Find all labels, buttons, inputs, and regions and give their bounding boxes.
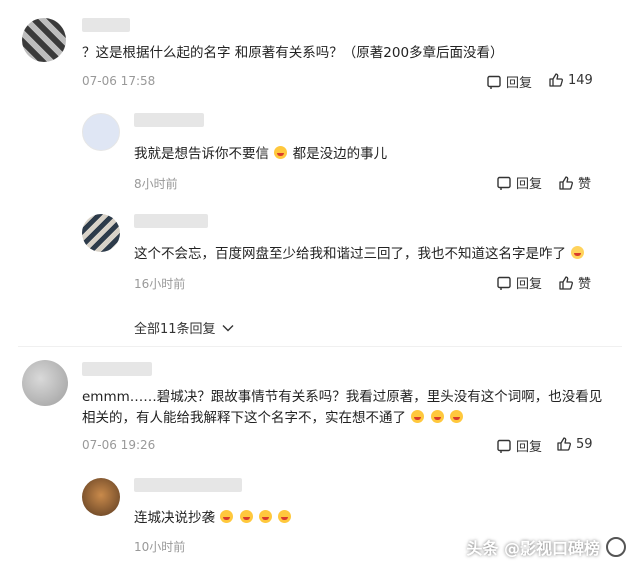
laugh-emoji-icon (274, 146, 288, 159)
reply-label: 回复 (516, 440, 543, 455)
username[interactable] (134, 214, 208, 228)
reply-label: 回复 (516, 177, 543, 192)
comment-text-part: 连城决说抄袭 (134, 510, 215, 526)
chevron-down-icon (222, 324, 234, 331)
comment-time: 8小时前 (134, 177, 178, 191)
avatar[interactable] (22, 360, 68, 406)
watermark-text: 头条 @影视口碑榜 (466, 539, 600, 558)
comment-text-part: 相关的，有人能给我解释下这个名字不，实在想不通了 (82, 410, 406, 426)
expand-replies-button[interactable]: 全部11条回复 (134, 318, 234, 337)
avatar[interactable] (82, 478, 120, 516)
reply-icon (487, 75, 501, 89)
comment-text: ？这是根据什么起的名字 和原著有关系吗？（原著200多章后面没看） (82, 45, 504, 61)
comment-text: 我就是想告诉你不要信 都是没边的事儿 (134, 143, 387, 165)
reply-button[interactable]: 回复 (496, 273, 542, 292)
comment-text-part: 都是没边的事儿 (292, 146, 388, 162)
username[interactable] (134, 113, 204, 127)
reply-button[interactable]: 回复 (496, 436, 542, 455)
thumbs-up-icon (557, 437, 571, 451)
avatar[interactable] (82, 214, 120, 252)
laugh-emoji-icon (239, 510, 253, 523)
username[interactable] (134, 478, 242, 492)
comment-text-part: 我就是想告诉你不要信 (134, 146, 269, 162)
thumbs-up-icon (559, 175, 573, 190)
reply-label: 回复 (506, 76, 533, 91)
laugh-emoji-icon (449, 410, 463, 423)
reply-button[interactable]: 回复 (496, 173, 542, 192)
username[interactable] (82, 362, 152, 376)
like-count: 59 (576, 436, 593, 452)
reply-label: 回复 (516, 277, 543, 292)
avatar[interactable] (82, 113, 120, 151)
like-count: 149 (568, 72, 593, 88)
comment-time: 16小时前 (134, 277, 186, 291)
watermark: 头条 @影视口碑榜 (466, 535, 626, 559)
comment-time: 10小时前 (134, 540, 186, 554)
expand-replies-label: 全部11条回复 (134, 322, 216, 337)
like-button[interactable]: 赞 (558, 173, 591, 192)
laugh-emoji-icon (258, 510, 272, 523)
thumbs-up-icon (549, 73, 563, 87)
like-button[interactable]: 149 (548, 72, 593, 88)
like-label: 赞 (578, 177, 592, 192)
laugh-emoji-icon (220, 510, 234, 523)
laugh-emoji-icon (430, 410, 444, 423)
avatar[interactable] (22, 18, 66, 62)
divider (18, 346, 622, 347)
reply-button[interactable]: 回复 (486, 72, 532, 91)
watermark-logo-icon (606, 537, 626, 557)
thumbs-up-icon (559, 275, 573, 290)
comment-text-line2: 相关的，有人能给我解释下这个名字不，实在想不通了 (82, 407, 464, 429)
username[interactable] (82, 18, 130, 32)
comment-text-line1: emmm……碧城决？跟故事情节有关系吗？我看过原著，里头没有这个词啊，也没看见 (82, 389, 603, 405)
like-button[interactable]: 59 (556, 436, 593, 452)
sweat-smile-emoji-icon (571, 246, 585, 259)
reply-icon (497, 176, 511, 190)
comment-text: 这个不会忘，百度网盘至少给我和谐过三回了，我也不知道这名字是咋了 (134, 243, 585, 265)
comment-time: 07-06 19:26 (82, 438, 156, 452)
like-button[interactable]: 赞 (558, 273, 591, 292)
comment-text: 连城决说抄袭 (134, 507, 292, 529)
comment-time: 07-06 17:58 (82, 74, 156, 88)
comment-text-part: 这个不会忘，百度网盘至少给我和谐过三回了，我也不知道这名字是咋了 (134, 246, 566, 262)
laugh-emoji-icon (411, 410, 425, 423)
reply-icon (497, 439, 511, 453)
like-label: 赞 (578, 277, 592, 292)
reply-icon (497, 276, 511, 290)
laugh-emoji-icon (278, 510, 292, 523)
